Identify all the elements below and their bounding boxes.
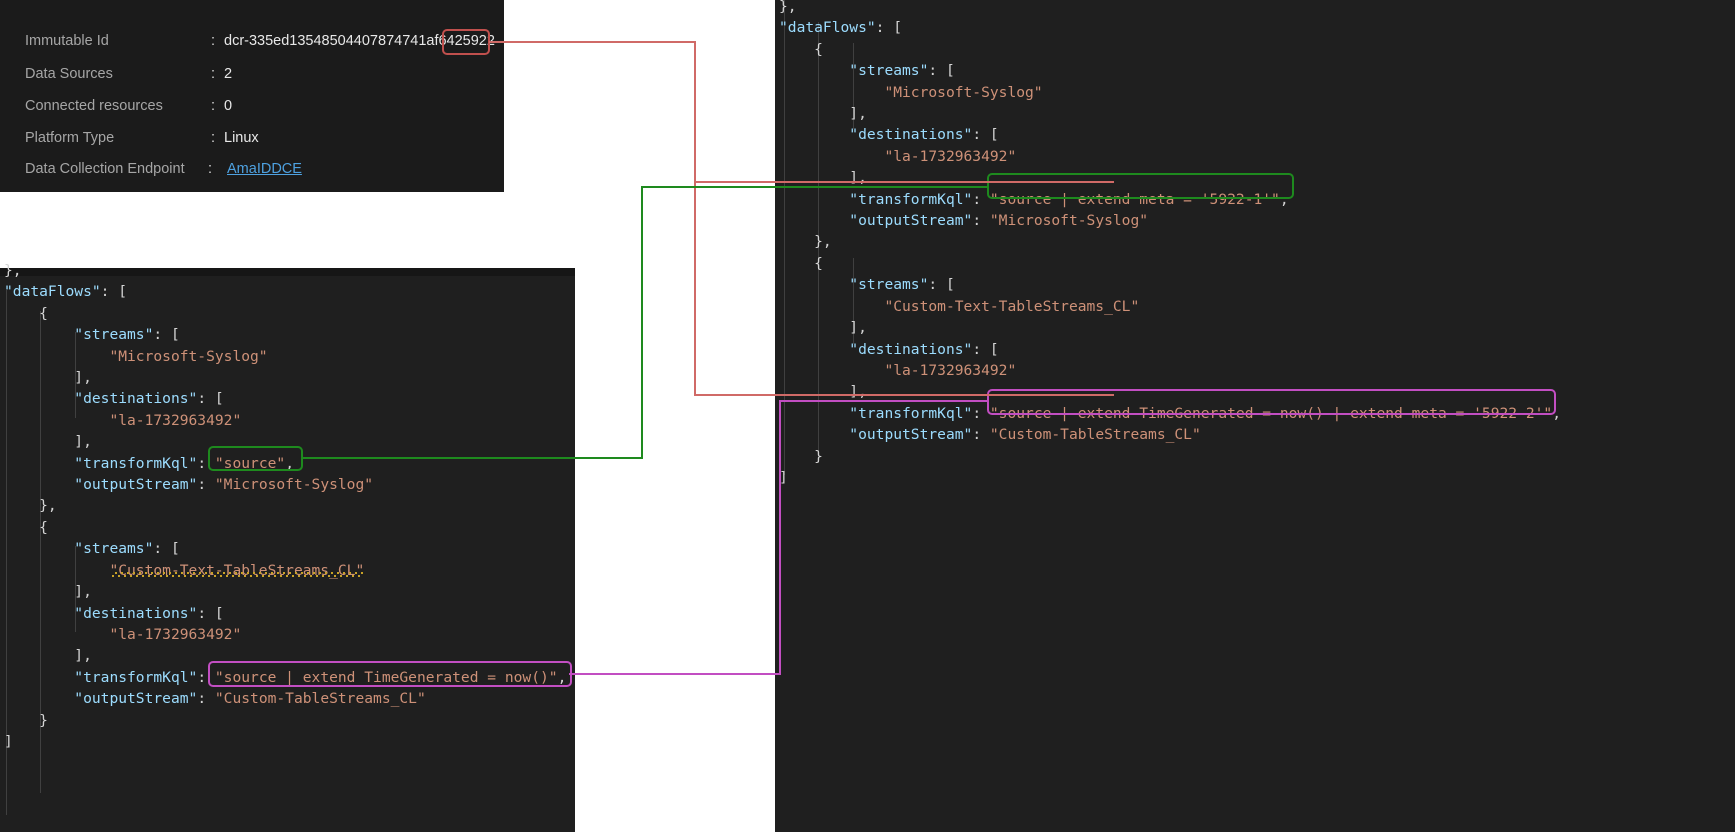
json-editor-after[interactable]: }, "dataFlows": [ { "streams": [ "Micros… — [775, 0, 1735, 832]
property-label: Connected resources — [25, 98, 163, 114]
property-label: Data Sources — [25, 66, 113, 82]
code-line: "streams": [ — [779, 62, 955, 79]
property-value: 0 — [224, 98, 226, 114]
code-line: "la-1732963492" — [779, 362, 1016, 379]
code-line: "streams": [ — [4, 540, 180, 557]
code-line: "destinations": [ — [779, 126, 999, 143]
connector-pink-segment — [569, 673, 781, 675]
property-separator: : — [211, 98, 215, 114]
code-line: "outputStream": "Microsoft-Syslog" — [4, 476, 373, 493]
code-line: ], — [779, 383, 867, 400]
connector-red-segment — [694, 41, 696, 183]
code-line: ], — [779, 105, 867, 122]
property-separator: : — [211, 66, 215, 82]
json-editor-before[interactable]: }, "dataFlows": [ { "streams": [ "Micros… — [0, 268, 575, 832]
code-line: "destinations": [ — [4, 605, 224, 622]
code-line: "destinations": [ — [4, 390, 224, 407]
connector-green-segment — [641, 186, 989, 188]
code-line: "Microsoft-Syslog" — [779, 84, 1043, 101]
code-line: "transformKql": "source | extend meta = … — [779, 191, 1289, 208]
property-label: Immutable Id — [25, 33, 109, 49]
data-collection-endpoint-link[interactable]: AmaIDDCE — [227, 161, 229, 177]
code-line: { — [4, 305, 48, 322]
connector-green-segment — [301, 457, 643, 459]
connector-green-segment — [641, 186, 643, 458]
code-line: "dataFlows": [ — [779, 19, 902, 36]
connector-red-segment — [694, 394, 1114, 396]
connector-red-segment — [489, 41, 696, 43]
dcr-properties-card: Immutable Id : dcr-335ed1354850440787474… — [0, 0, 504, 192]
code-line: ], — [4, 433, 92, 450]
connector-pink-segment — [779, 400, 781, 674]
code-line: "la-1732963492" — [4, 626, 241, 643]
code-line: ], — [4, 583, 92, 600]
property-label: Platform Type — [25, 130, 114, 146]
code-line: { — [4, 519, 48, 536]
property-separator: : — [211, 33, 215, 49]
code-line: ], — [779, 319, 867, 336]
code-line: { — [779, 41, 823, 58]
code-line: ], — [4, 647, 92, 664]
code-line: }, — [779, 233, 832, 250]
code-line: ] — [4, 733, 13, 750]
code-line: { — [779, 255, 823, 272]
property-label: Data Collection Endpoint — [25, 161, 185, 177]
property-separator: : — [208, 161, 212, 177]
code-line: "outputStream": "Microsoft-Syslog" — [779, 212, 1148, 229]
code-line: "Microsoft-Syslog" — [4, 348, 268, 365]
code-line: "streams": [ — [779, 276, 955, 293]
connector-red-segment — [694, 181, 1114, 183]
code-line: ], — [779, 169, 867, 186]
code-line: }, — [779, 0, 797, 15]
code-line: "transformKql": "source", — [4, 455, 294, 472]
property-value: 2 — [224, 66, 226, 82]
editor-after-content: }, "dataFlows": [ { "streams": [ "Micros… — [779, 0, 1561, 488]
connector-red-segment — [694, 181, 696, 396]
property-value: dcr-335ed13548504407874741af6425922 — [224, 33, 226, 49]
code-line: "destinations": [ — [779, 341, 999, 358]
code-line: } — [4, 712, 48, 729]
code-line: "transformKql": "source | extend TimeGen… — [4, 669, 566, 686]
code-line: "la-1732963492" — [4, 412, 241, 429]
connector-pink-segment — [779, 400, 989, 402]
spellcheck-squiggle — [111, 572, 363, 577]
code-line: ], — [4, 369, 92, 386]
property-value: Linux — [224, 130, 226, 146]
code-line: "outputStream": "Custom-TableStreams_CL" — [4, 690, 426, 707]
code-line: "transformKql": "source | extend TimeGen… — [779, 405, 1561, 422]
code-line: "outputStream": "Custom-TableStreams_CL" — [779, 426, 1201, 443]
editor-before-content: }, "dataFlows": [ { "streams": [ "Micros… — [4, 260, 566, 752]
code-line: "la-1732963492" — [779, 148, 1016, 165]
code-line: "dataFlows": [ — [4, 283, 127, 300]
property-separator: : — [211, 130, 215, 146]
code-line: "Custom-Text-TableStreams_CL" — [779, 298, 1139, 315]
code-line: }, — [4, 262, 22, 279]
code-line: } — [779, 448, 823, 465]
code-line: "streams": [ — [4, 326, 180, 343]
code-line: }, — [4, 497, 57, 514]
